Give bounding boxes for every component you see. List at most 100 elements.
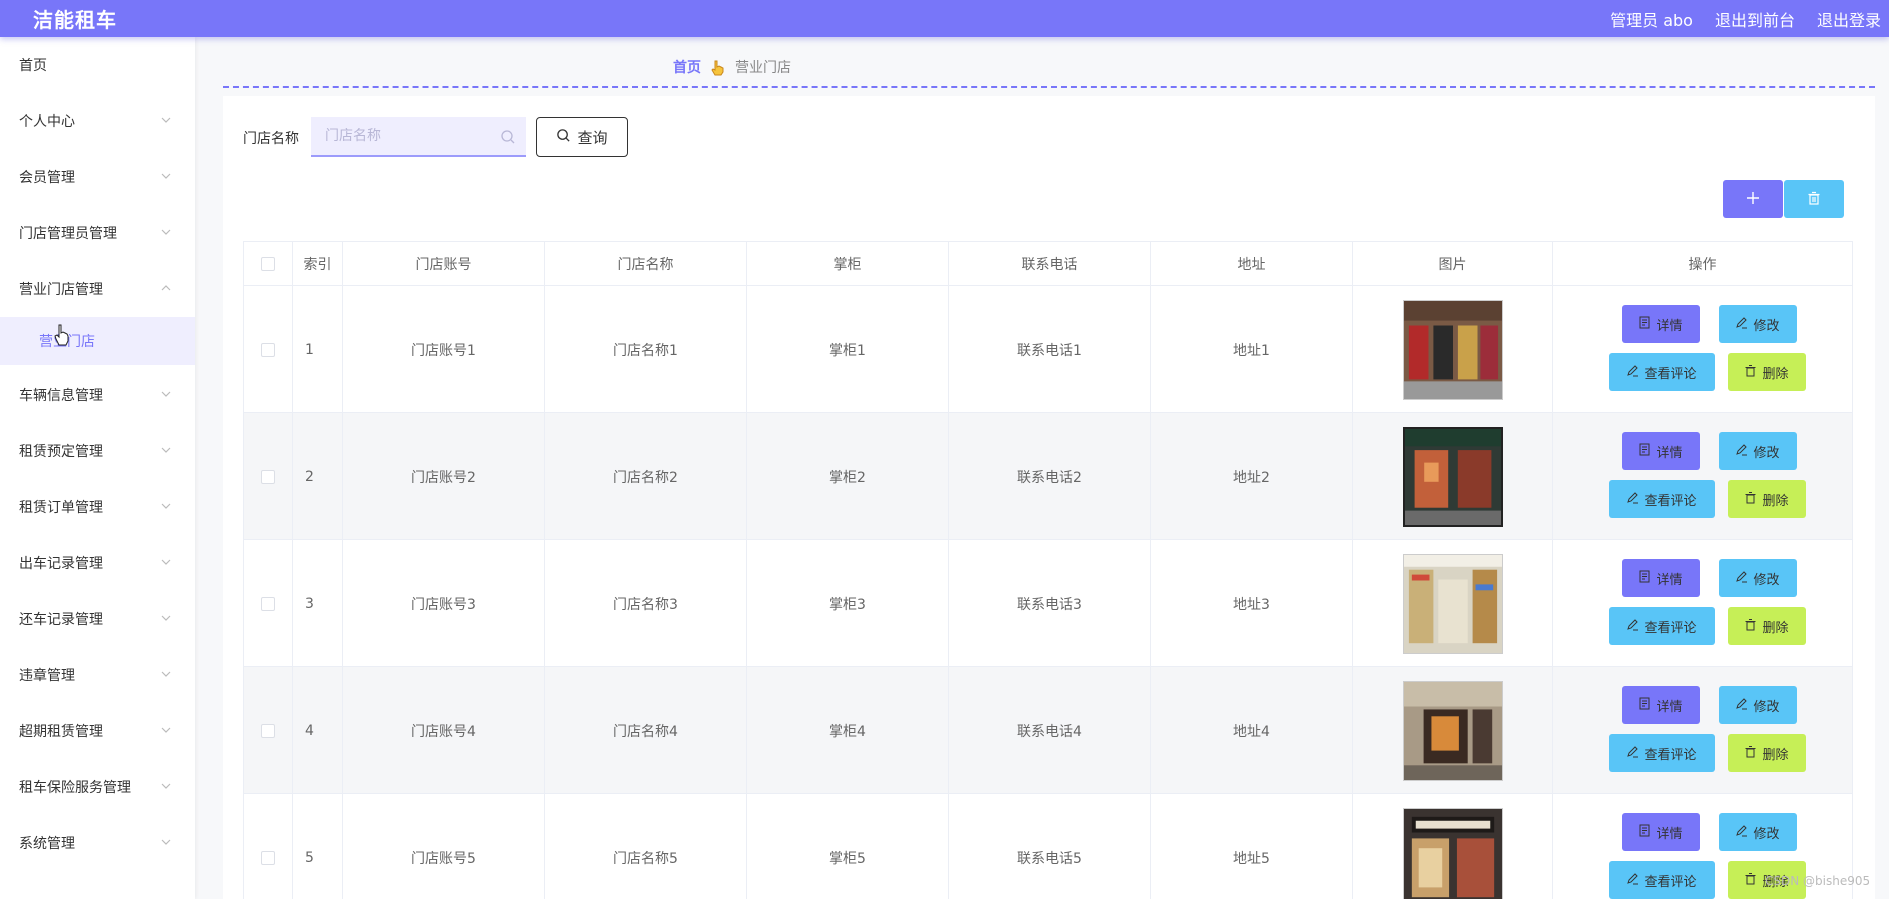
- search-field: [311, 117, 526, 157]
- trash-icon: [1744, 364, 1757, 381]
- chevron-down-icon: [159, 499, 173, 513]
- select-all-checkbox[interactable]: [261, 257, 275, 271]
- sidebar-item-overdue[interactable]: 超期租赁管理: [0, 711, 195, 751]
- cell-store-name: 门店名称5: [545, 794, 747, 899]
- cell-phone: 联系电话4: [949, 667, 1151, 794]
- sidebar-item-store-admins[interactable]: 门店管理员管理: [0, 213, 195, 253]
- top-bar: 洁能租车 管理员 abo 退出到前台 退出登录: [0, 0, 1889, 37]
- detail-button[interactable]: 详情: [1621, 432, 1700, 470]
- delete-button[interactable]: 删除: [1727, 353, 1806, 391]
- delete-button[interactable]: 删除: [1727, 480, 1806, 518]
- delete-button[interactable]: 删除: [1727, 734, 1806, 772]
- edit-button[interactable]: 修改: [1718, 305, 1797, 343]
- header-select-cell: [244, 242, 293, 286]
- edit-button[interactable]: 修改: [1718, 432, 1797, 470]
- document-icon: [1638, 697, 1651, 714]
- sidebar-item-system[interactable]: 系统管理: [0, 823, 195, 863]
- sidebar-item-reservations[interactable]: 租赁预定管理: [0, 431, 195, 471]
- cell-manager: 掌柜2: [747, 413, 949, 540]
- chevron-down-icon: [159, 779, 173, 793]
- row-checkbox[interactable]: [261, 342, 275, 357]
- view-reviews-button[interactable]: 查看评论: [1608, 480, 1715, 518]
- edit-icon: [1735, 316, 1748, 333]
- sidebar-subitem-stores[interactable]: 营业门店: [0, 317, 195, 365]
- search-icon: [556, 128, 571, 147]
- sidebar-item-members[interactable]: 会员管理: [0, 157, 195, 197]
- store-photo[interactable]: [1402, 680, 1503, 781]
- cell-phone: 联系电话1: [949, 286, 1151, 413]
- back-to-front-link[interactable]: 退出到前台: [1715, 7, 1795, 31]
- edit-button-label: 修改: [1753, 445, 1780, 461]
- sidebar-item-stores[interactable]: 营业门店管理: [0, 269, 195, 309]
- cell-address: 地址1: [1151, 286, 1353, 413]
- breadcrumb-home[interactable]: 首页: [673, 57, 701, 77]
- view-reviews-label: 查看评论: [1644, 493, 1697, 509]
- sidebar-item-violations[interactable]: 违章管理: [0, 655, 195, 695]
- delete-button[interactable]: 删除: [1727, 607, 1806, 645]
- top-actions: 管理员 abo 退出到前台 退出登录: [1610, 7, 1881, 31]
- add-button[interactable]: [1723, 180, 1783, 218]
- cell-index: 5: [293, 794, 343, 899]
- view-reviews-label: 查看评论: [1644, 620, 1697, 636]
- view-reviews-button[interactable]: 查看评论: [1608, 353, 1715, 391]
- sidebar-item-label: 还车记录管理: [19, 612, 103, 628]
- view-reviews-button[interactable]: 查看评论: [1608, 607, 1715, 645]
- cell-index: 4: [293, 667, 343, 794]
- cell-image: [1353, 667, 1553, 794]
- edit-button-label: 修改: [1753, 699, 1780, 715]
- detail-button[interactable]: 详情: [1621, 305, 1700, 343]
- view-reviews-button[interactable]: 查看评论: [1608, 734, 1715, 772]
- header-address: 地址: [1151, 242, 1353, 286]
- search-icon: [500, 129, 516, 145]
- sidebar-item-label: 出车记录管理: [19, 556, 103, 572]
- store-photo[interactable]: [1402, 807, 1503, 899]
- sidebar-item-home[interactable]: 首页: [0, 45, 195, 85]
- logout-link[interactable]: 退出登录: [1817, 7, 1881, 31]
- search-input[interactable]: [325, 128, 495, 144]
- cell-index: 2: [293, 413, 343, 540]
- document-icon: [1638, 570, 1651, 587]
- row-checkbox[interactable]: [261, 596, 275, 611]
- detail-button[interactable]: 详情: [1621, 686, 1700, 724]
- sidebar-item-label: 租车保险服务管理: [19, 780, 131, 796]
- sidebar-item-label: 营业门店管理: [19, 282, 103, 298]
- store-photo[interactable]: [1402, 299, 1503, 400]
- edit-button-label: 修改: [1753, 318, 1780, 334]
- sidebar-item-label: 门店管理员管理: [19, 226, 117, 242]
- detail-button[interactable]: 详情: [1621, 813, 1700, 851]
- chevron-up-icon: [159, 281, 173, 295]
- sidebar-item-label: 超期租赁管理: [19, 724, 103, 740]
- edit-button[interactable]: 修改: [1718, 686, 1797, 724]
- cell-store-name: 门店名称3: [545, 540, 747, 667]
- edit-button[interactable]: 修改: [1718, 813, 1797, 851]
- edit-button[interactable]: 修改: [1718, 559, 1797, 597]
- batch-delete-button[interactable]: [1784, 180, 1844, 218]
- cell-store-name: 门店名称4: [545, 667, 747, 794]
- cell-address: 地址5: [1151, 794, 1353, 899]
- cell-phone: 联系电话2: [949, 413, 1151, 540]
- header-manager: 掌柜: [747, 242, 949, 286]
- store-photo[interactable]: [1402, 553, 1503, 654]
- chevron-down-icon: [159, 225, 173, 239]
- cell-image: [1353, 540, 1553, 667]
- header-index: 索引: [293, 242, 343, 286]
- detail-button[interactable]: 详情: [1621, 559, 1700, 597]
- row-checkbox[interactable]: [261, 469, 275, 484]
- sidebar-item-returns[interactable]: 还车记录管理: [0, 599, 195, 639]
- row-checkbox[interactable]: [261, 850, 275, 865]
- cell-image: [1353, 413, 1553, 540]
- chevron-down-icon: [159, 113, 173, 127]
- sidebar-item-departures[interactable]: 出车记录管理: [0, 543, 195, 583]
- sidebar-item-profile[interactable]: 个人中心: [0, 101, 195, 141]
- sidebar-item-orders[interactable]: 租赁订单管理: [0, 487, 195, 527]
- query-button[interactable]: 查询: [536, 117, 628, 157]
- cell-actions: 详情 修改 查看评论 删除: [1553, 540, 1852, 667]
- store-photo[interactable]: [1402, 426, 1503, 527]
- row-checkbox[interactable]: [261, 723, 275, 738]
- detail-button-label: 详情: [1656, 826, 1683, 842]
- view-reviews-button[interactable]: 查看评论: [1608, 861, 1715, 899]
- sidebar-item-vehicles[interactable]: 车辆信息管理: [0, 375, 195, 415]
- row-select-cell: [244, 667, 293, 794]
- sidebar-item-insurance[interactable]: 租车保险服务管理: [0, 767, 195, 807]
- admin-user-label[interactable]: 管理员 abo: [1610, 7, 1693, 31]
